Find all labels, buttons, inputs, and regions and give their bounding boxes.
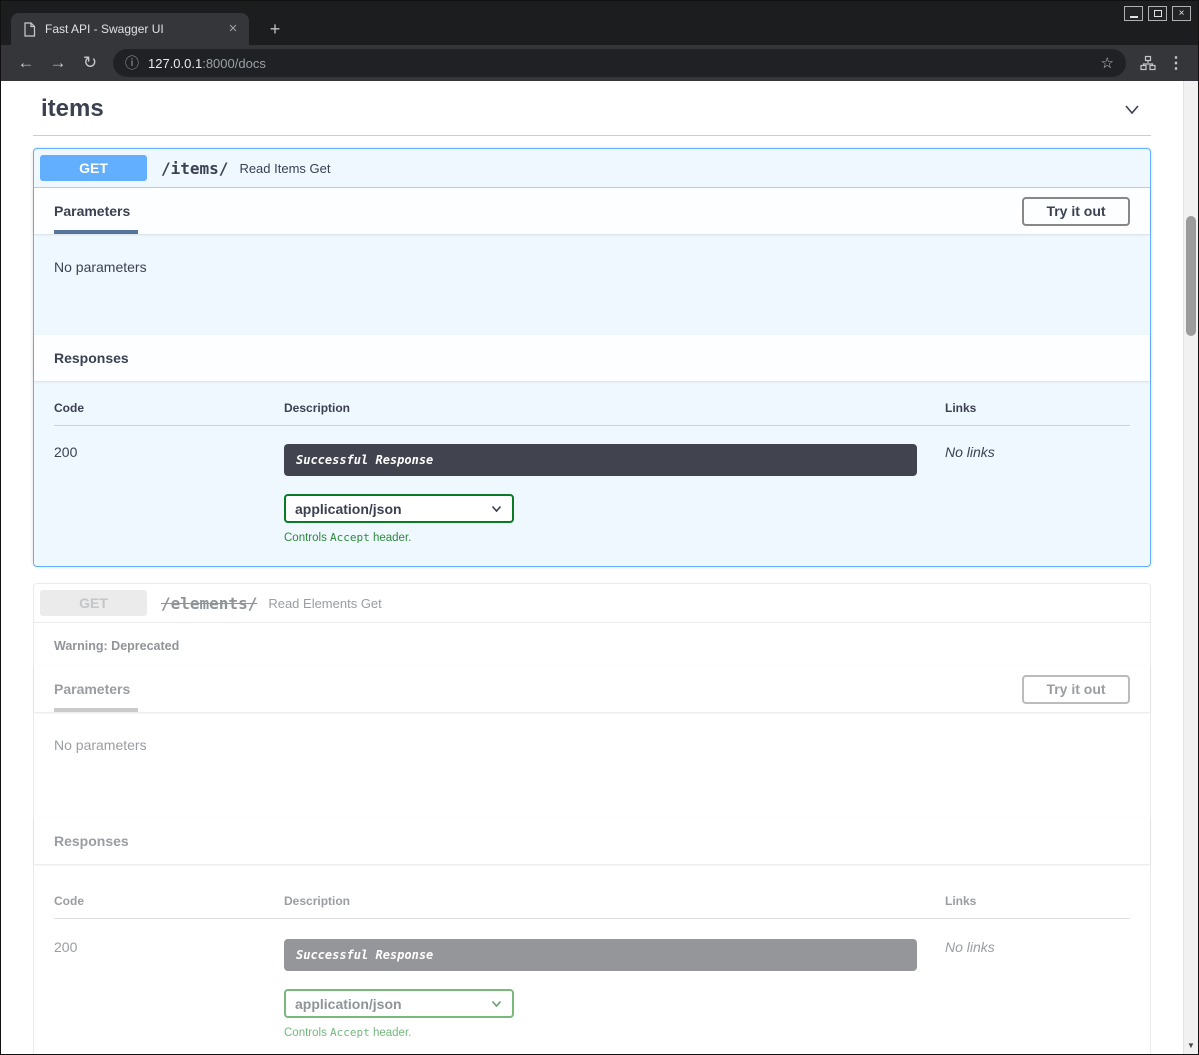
accept-note-suffix: header. xyxy=(370,532,412,544)
description-column-header: Description xyxy=(284,894,945,908)
window-maximize-button[interactable] xyxy=(1148,6,1167,21)
address-bar[interactable]: ⓘ 127.0.0.1 :8000/docs ☆ xyxy=(113,49,1126,77)
accept-header-note: Controls Accept header. xyxy=(284,1026,945,1039)
responses-title: Responses xyxy=(54,833,129,849)
tag-section-header: items xyxy=(33,81,1151,136)
method-badge: GET xyxy=(40,155,147,181)
scrollbar-down-arrow[interactable]: ▼ xyxy=(1184,1039,1198,1053)
section-collapse-icon[interactable] xyxy=(1121,98,1143,120)
window-close-button[interactable]: × xyxy=(1172,6,1191,21)
opblock-get-elements-deprecated: GET /elements/ Read Elements Get Warning… xyxy=(33,583,1151,1054)
operation-path: /items/ xyxy=(161,159,228,178)
opblock-get-items: GET /items/ Read Items Get Parameters Tr… xyxy=(33,148,1151,567)
url-path: :8000/docs xyxy=(202,56,266,71)
try-it-out-button[interactable]: Try it out xyxy=(1022,197,1130,226)
minimize-icon xyxy=(1130,16,1138,18)
maximize-icon xyxy=(1154,10,1162,17)
response-row: 200 Successful Response application/json… xyxy=(54,426,1130,544)
media-type-select[interactable]: application/json xyxy=(284,494,514,523)
tab-close-icon[interactable]: × xyxy=(225,21,241,37)
forward-button[interactable]: → xyxy=(43,49,73,77)
parameters-header: Parameters Try it out xyxy=(34,666,1150,712)
chevron-down-icon xyxy=(490,502,503,515)
try-it-out-button[interactable]: Try it out xyxy=(1022,675,1130,704)
scrollbar-thumb[interactable] xyxy=(1186,216,1196,336)
status-code: 200 xyxy=(54,939,284,1039)
browser-menu-icon[interactable]: ⋮ xyxy=(1164,53,1188,73)
responses-table-header: Code Description Links xyxy=(54,401,1130,426)
code-column-header: Code xyxy=(54,894,284,908)
site-info-icon[interactable]: ⓘ xyxy=(125,53,139,73)
parameters-body: No parameters xyxy=(34,712,1150,818)
method-badge: GET xyxy=(40,590,147,616)
page-content: items GET /items/ Read Items Get Paramet… xyxy=(1,81,1198,1054)
responses-header: Responses xyxy=(34,335,1150,381)
accept-note-prefix: Controls xyxy=(284,532,330,544)
response-description-box: Successful Response xyxy=(284,939,917,971)
chevron-down-icon xyxy=(490,997,503,1010)
operation-path: /elements/ xyxy=(161,594,257,613)
response-row: 200 Successful Response application/json… xyxy=(54,919,1130,1039)
browser-window: Fast API - Swagger UI × + × ← → ↻ ⓘ 127.… xyxy=(0,0,1199,1055)
section-title: items xyxy=(41,95,104,123)
operation-summary-text: Read Elements Get xyxy=(268,596,381,611)
tab-hub-icon[interactable] xyxy=(1134,49,1162,77)
media-type-value: application/json xyxy=(295,996,402,1012)
response-description-cell: Successful Response application/json Con… xyxy=(284,939,945,1039)
responses-title: Responses xyxy=(54,350,129,366)
url-host: 127.0.0.1 xyxy=(148,56,202,71)
parameters-tab: Parameters xyxy=(54,681,130,697)
description-column-header: Description xyxy=(284,401,945,415)
deprecation-warning: Warning: Deprecated xyxy=(34,623,1150,666)
no-parameters-text: No parameters xyxy=(54,737,147,753)
responses-header: Responses xyxy=(34,818,1150,864)
bookmark-star-icon[interactable]: ☆ xyxy=(1101,54,1114,72)
media-type-value: application/json xyxy=(295,501,402,517)
close-icon: × xyxy=(1179,9,1185,19)
accept-note-prefix: Controls xyxy=(284,1027,330,1039)
accept-note-suffix: header. xyxy=(370,1027,412,1039)
page-document-icon xyxy=(23,22,36,37)
links-column-header: Links xyxy=(945,894,1130,908)
links-column-header: Links xyxy=(945,401,1130,415)
responses-body: Code Description Links 200 Successful Re… xyxy=(34,381,1150,566)
browser-tab[interactable]: Fast API - Swagger UI × xyxy=(11,13,249,45)
operation-summary[interactable]: GET /elements/ Read Elements Get xyxy=(34,584,1150,623)
parameters-tab: Parameters xyxy=(54,203,130,219)
responses-table-header: Code Description Links xyxy=(54,894,1130,919)
titlebar: Fast API - Swagger UI × + × xyxy=(1,1,1198,45)
accept-note-code: Accept xyxy=(330,531,370,544)
accept-note-code: Accept xyxy=(330,1026,370,1039)
accept-header-note: Controls Accept header. xyxy=(284,531,945,544)
code-column-header: Code xyxy=(54,401,284,415)
window-controls: × xyxy=(1124,6,1191,21)
media-type-select[interactable]: application/json xyxy=(284,989,514,1018)
window-minimize-button[interactable] xyxy=(1124,6,1143,21)
reload-button[interactable]: ↻ xyxy=(75,49,105,77)
browser-toolbar: ← → ↻ ⓘ 127.0.0.1 :8000/docs ☆ ⋮ xyxy=(1,45,1198,81)
new-tab-button[interactable]: + xyxy=(263,18,287,42)
operation-summary[interactable]: GET /items/ Read Items Get xyxy=(34,149,1150,188)
parameters-body: No parameters xyxy=(34,234,1150,335)
links-value: No links xyxy=(945,939,1130,1039)
scrollbar[interactable]: ▼ xyxy=(1183,81,1198,1054)
swagger-ui: items GET /items/ Read Items Get Paramet… xyxy=(33,81,1151,1054)
no-parameters-text: No parameters xyxy=(54,259,147,275)
back-button[interactable]: ← xyxy=(11,49,41,77)
status-code: 200 xyxy=(54,444,284,544)
response-description-cell: Successful Response application/json Con… xyxy=(284,444,945,544)
links-value: No links xyxy=(945,444,1130,544)
tab-title: Fast API - Swagger UI xyxy=(45,22,225,36)
parameters-header: Parameters Try it out xyxy=(34,188,1150,234)
response-description-box: Successful Response xyxy=(284,444,917,476)
responses-body: Code Description Links 200 Successful Re… xyxy=(34,864,1150,1054)
operation-summary-text: Read Items Get xyxy=(239,161,330,176)
